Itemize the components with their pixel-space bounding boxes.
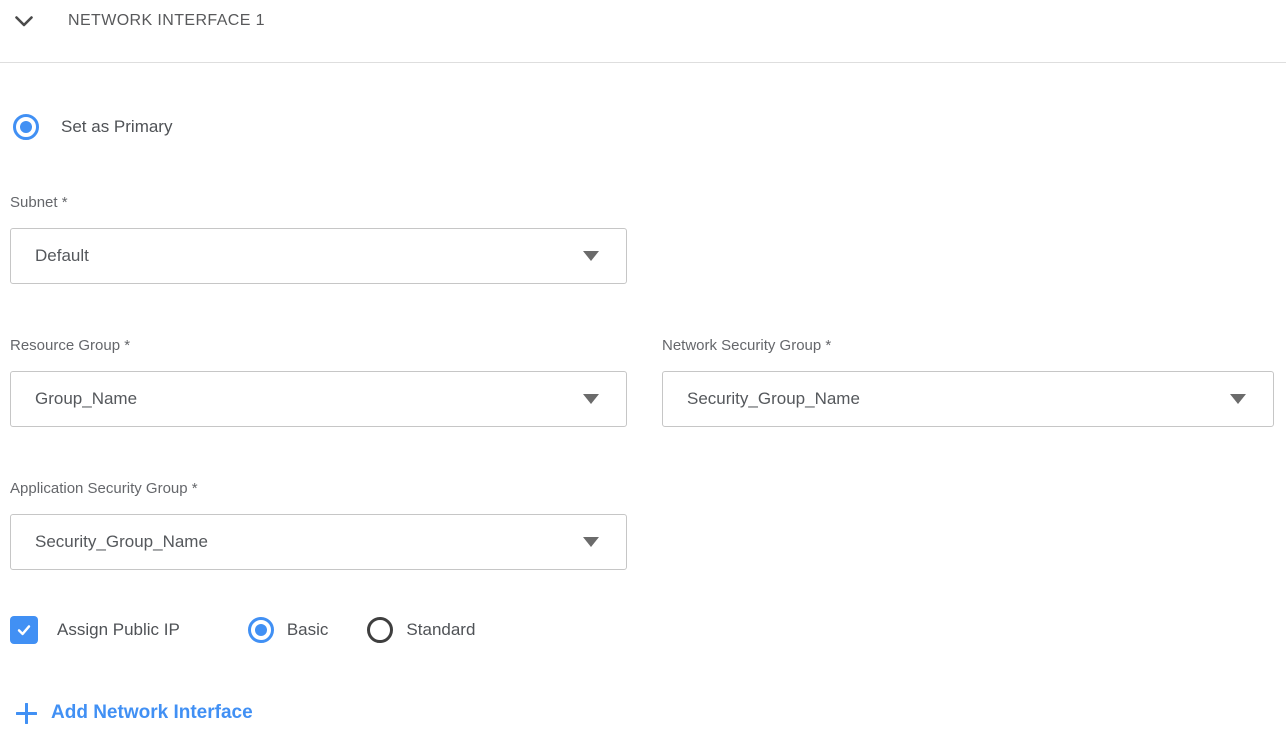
assign-public-ip-option: Assign Public IP (10, 616, 180, 644)
subnet-label: Subnet * (10, 193, 627, 213)
network-security-group-select[interactable]: Security_Group_Name (662, 371, 1274, 427)
section-title: NETWORK INTERFACE 1 (68, 11, 265, 31)
chevron-down-icon (1230, 394, 1246, 404)
application-security-group-select[interactable]: Security_Group_Name (10, 514, 627, 570)
network-interface-section-header: NETWORK INTERFACE 1 (0, 0, 1286, 63)
subnet-field-group: Subnet * Default (10, 193, 627, 284)
resource-group-select[interactable]: Group_Name (10, 371, 627, 427)
group-fields-row: Resource Group * Group_Name Network Secu… (10, 336, 1274, 427)
collapse-section-button[interactable] (14, 11, 34, 31)
radio-selected-dot (255, 624, 267, 636)
checkmark-icon (14, 620, 34, 640)
subnet-select[interactable]: Default (10, 228, 627, 284)
chevron-down-icon (583, 251, 599, 261)
application-security-group-label: Application Security Group * (10, 479, 627, 499)
network-security-group-value: Security_Group_Name (687, 389, 860, 409)
network-interface-form: Set as Primary Subnet * Default Resource… (0, 113, 1286, 729)
chevron-down-icon (15, 16, 33, 27)
ip-sku-basic-option: Basic (248, 617, 329, 643)
radio-selected-dot (20, 121, 32, 133)
network-security-group-label: Network Security Group * (662, 336, 1274, 356)
basic-radio[interactable] (248, 617, 274, 643)
set-as-primary-radio[interactable] (13, 114, 39, 140)
plus-icon (16, 703, 37, 724)
ip-sku-standard-option: Standard (367, 617, 475, 643)
add-network-interface-link[interactable]: Add Network Interface (16, 700, 253, 726)
set-as-primary-label: Set as Primary (61, 117, 172, 137)
public-ip-options-row: Assign Public IP Basic Standard (10, 616, 1274, 644)
subnet-value: Default (35, 246, 89, 266)
assign-public-ip-label: Assign Public IP (57, 620, 180, 640)
chevron-down-icon (583, 394, 599, 404)
resource-group-value: Group_Name (35, 389, 137, 409)
resource-group-field-group: Resource Group * Group_Name (10, 336, 627, 427)
set-as-primary-option: Set as Primary (10, 113, 1274, 141)
add-network-interface-label: Add Network Interface (51, 700, 253, 726)
application-security-group-value: Security_Group_Name (35, 532, 208, 552)
standard-radio[interactable] (367, 617, 393, 643)
resource-group-label: Resource Group * (10, 336, 627, 356)
basic-label: Basic (287, 620, 329, 640)
network-security-group-field-group: Network Security Group * Security_Group_… (662, 336, 1274, 427)
standard-label: Standard (406, 620, 475, 640)
assign-public-ip-checkbox[interactable] (10, 616, 38, 644)
chevron-down-icon (583, 537, 599, 547)
application-security-group-field-group: Application Security Group * Security_Gr… (10, 479, 627, 570)
